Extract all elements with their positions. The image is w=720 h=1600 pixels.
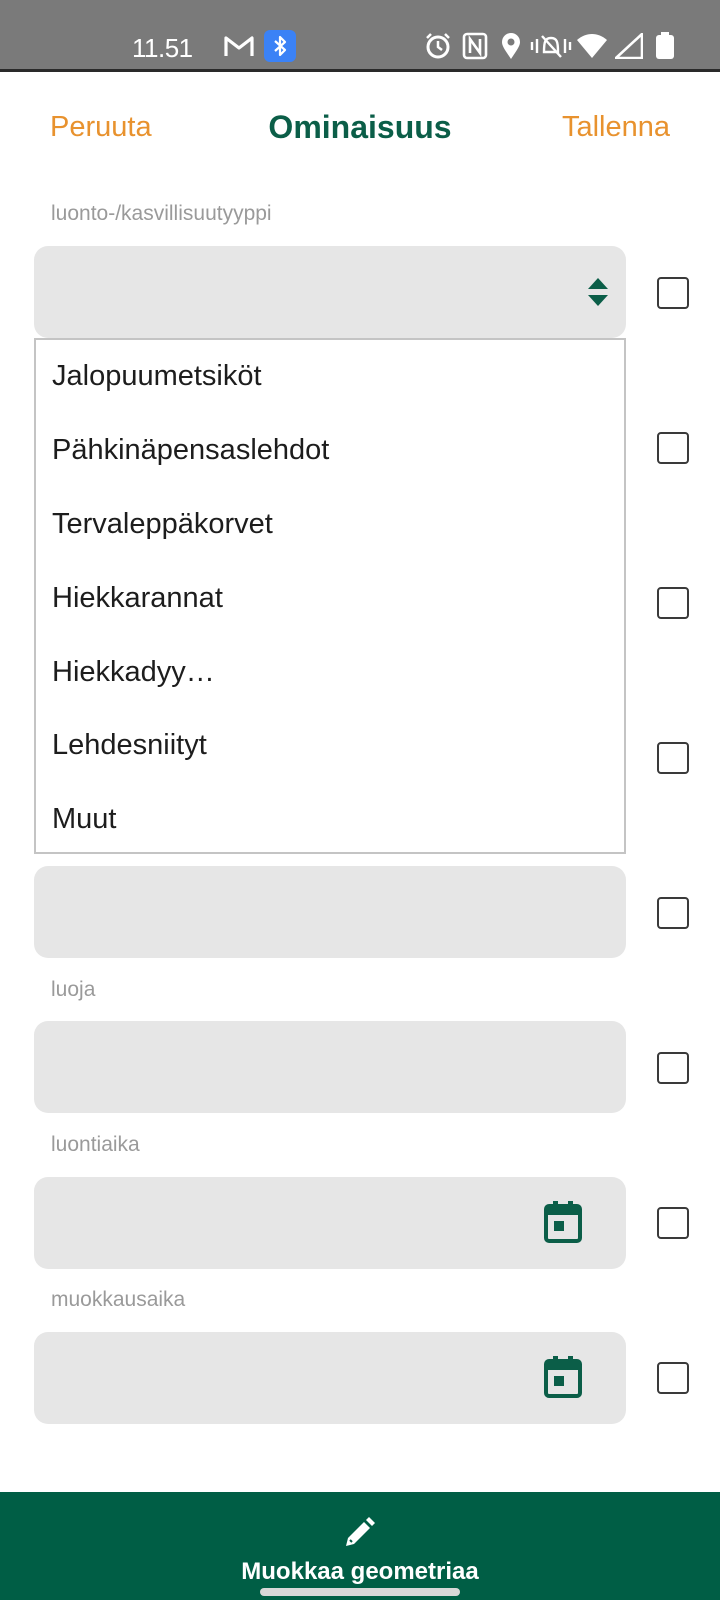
dropdown-option[interactable]: Lehdesniityt — [52, 729, 207, 762]
status-bar: 11.51 — [0, 0, 720, 72]
created-field-label: luontiaika — [51, 1133, 140, 1156]
dropdown-option[interactable]: Hiekkadyy… — [52, 656, 215, 689]
top-bar: Peruuta Ominaisuus Tallenna — [0, 75, 720, 185]
dropdown-option[interactable]: Jalopuumetsiköt — [52, 360, 262, 393]
dropdown-option[interactable]: Pähkinäpensaslehdot — [52, 434, 329, 467]
dropdown-option[interactable]: Muut — [52, 803, 116, 836]
signal-icon — [614, 32, 644, 60]
creator-input[interactable] — [34, 1021, 626, 1113]
pencil-icon — [342, 1516, 376, 1550]
modified-field-checkbox[interactable] — [657, 1362, 689, 1394]
location-icon — [500, 32, 522, 60]
modified-field-label: muokkausaika — [51, 1288, 186, 1311]
nfc-icon — [462, 32, 488, 60]
calendar-icon[interactable] — [544, 1356, 582, 1398]
alarm-icon — [424, 32, 452, 60]
wifi-icon — [576, 32, 608, 60]
modified-date-input[interactable] — [34, 1332, 626, 1424]
dropdown-option[interactable]: Tervaleppäkorvet — [52, 508, 273, 541]
status-time: 11.51 — [132, 33, 193, 63]
dropdown-option[interactable]: Hiekkarannat — [52, 582, 223, 615]
creator-field-label: luoja — [51, 978, 96, 1001]
sort-arrows-icon — [586, 276, 610, 308]
text-input-field[interactable] — [34, 866, 626, 958]
created-date-input[interactable] — [34, 1177, 626, 1269]
created-field-checkbox[interactable] — [657, 1207, 689, 1239]
type-field-label: luonto-/kasvillisuutyyppi — [51, 202, 272, 225]
field-checkbox[interactable] — [657, 587, 689, 619]
type-dropdown-list: Jalopuumetsiköt Pähkinäpensaslehdot Terv… — [34, 338, 626, 854]
field-checkbox[interactable] — [657, 897, 689, 929]
edit-geometry-button[interactable]: Muokkaa geometriaa — [0, 1492, 720, 1600]
save-button[interactable]: Tallenna — [562, 111, 670, 144]
field-checkbox[interactable] — [657, 742, 689, 774]
type-field-checkbox[interactable] — [657, 277, 689, 309]
bluetooth-icon — [264, 30, 296, 62]
creator-field-checkbox[interactable] — [657, 1052, 689, 1084]
calendar-icon[interactable] — [544, 1201, 582, 1243]
field-checkbox[interactable] — [657, 432, 689, 464]
home-indicator[interactable] — [260, 1588, 460, 1596]
battery-icon — [654, 32, 676, 60]
gmail-icon — [222, 32, 256, 60]
type-select[interactable] — [34, 246, 626, 338]
vibrate-icon — [530, 32, 572, 60]
edit-geometry-label: Muokkaa geometriaa — [241, 1558, 479, 1585]
